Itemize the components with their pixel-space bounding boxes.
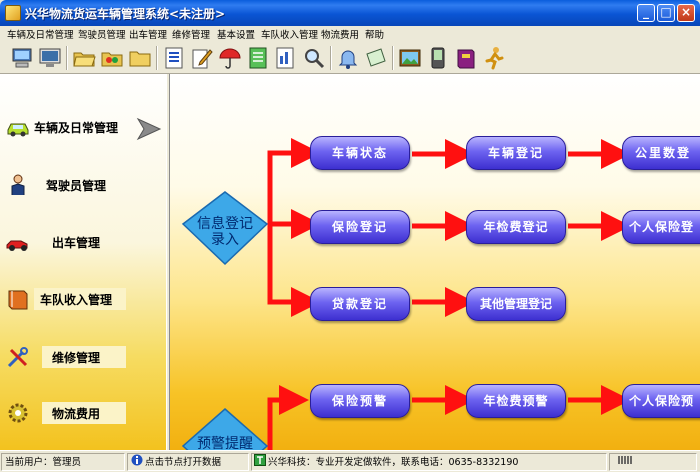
search-doc-icon[interactable] [302, 46, 326, 70]
node-mileage-register[interactable]: 公里数登 [622, 136, 700, 170]
toolbar-separator [156, 46, 158, 70]
info-icon [131, 454, 143, 466]
minimize-button[interactable]: _ [637, 4, 655, 22]
run-icon[interactable] [482, 46, 506, 70]
menu-repair[interactable]: 维修管理 [172, 27, 210, 41]
pda-icon[interactable] [426, 46, 450, 70]
folder-open-icon[interactable] [72, 46, 96, 70]
folder-color-icon[interactable] [100, 46, 124, 70]
note-icon[interactable] [364, 46, 388, 70]
sidebar-item-label: 车队收入管理 [40, 293, 113, 307]
tools-icon [6, 346, 30, 368]
menu-settings[interactable]: 基本设置 [217, 27, 255, 41]
node-loan-register[interactable]: 贷款登记 [310, 287, 410, 321]
menu-dispatch[interactable]: 出车管理 [129, 27, 167, 41]
content-area: 车辆及日常管理 驾驶员管理 出车管理 车队收入管理 维修管理 物流费用 信息登记… [0, 74, 700, 450]
sidebar-item-label: 车辆及日常管理 [34, 121, 119, 135]
app-icon[interactable] [5, 5, 21, 21]
status-company: 兴华科技：专业开发定做软件，联系电话：0635-8332190 [268, 457, 519, 468]
flow-connectors [181, 138, 631, 450]
bell-icon[interactable] [336, 46, 360, 70]
toolbar [0, 42, 700, 74]
menu-vehicle[interactable]: 车辆及日常管理 [7, 27, 74, 41]
toolbar-separator [392, 46, 394, 70]
book-icon [6, 288, 30, 310]
monitor-icon[interactable] [38, 46, 62, 70]
umbrella-icon[interactable] [218, 46, 242, 70]
menu-income[interactable]: 车队收入管理 [261, 27, 318, 41]
menu-logistics-cost[interactable]: 物流费用 [321, 27, 359, 41]
node-personal-insurance-warning[interactable]: 个人保险预 [622, 384, 700, 418]
sidebar-item-label: 物流费用 [52, 407, 101, 421]
racecar-icon [6, 231, 30, 253]
sidebar-item-label: 出车管理 [52, 236, 101, 250]
notebook-icon[interactable] [246, 46, 270, 70]
edit-doc-icon[interactable] [190, 46, 214, 70]
flowchart-panel: 信息登记 录入 预警提醒 车辆状态 车辆登记 公里数登 保险登记 年检费登记 个… [170, 74, 700, 450]
book-icon[interactable] [454, 46, 478, 70]
diamond-warning[interactable]: 预警提醒 [185, 436, 265, 450]
node-inspection-fee-warning[interactable]: 年检费预警 [466, 384, 566, 418]
diamond-label-line: 录入 [211, 232, 239, 248]
sidebar-item-dispatch[interactable]: 出车管理 [6, 231, 136, 253]
node-other-register[interactable]: 其他管理登记 [466, 287, 566, 321]
node-insurance-register[interactable]: 保险登记 [310, 210, 410, 244]
sidebar: 车辆及日常管理 驾驶员管理 出车管理 车队收入管理 维修管理 物流费用 [0, 74, 166, 450]
gear-icon [6, 402, 30, 424]
node-personal-insurance-register[interactable]: 个人保险登 [622, 210, 700, 244]
sidebar-item-logistics-cost[interactable]: 物流费用 [6, 402, 156, 424]
folder-icon[interactable] [128, 46, 152, 70]
sidebar-item-label: 维修管理 [52, 351, 101, 365]
report-icon[interactable] [274, 46, 298, 70]
node-vehicle-status[interactable]: 车辆状态 [310, 136, 410, 170]
sidebar-item-label: 驾驶员管理 [46, 179, 107, 193]
toolbar-separator [66, 46, 68, 70]
title-bar: 兴华物流货运车辆管理系统<未注册> _ □ × [0, 0, 700, 26]
diamond-label-line: 信息登记 [197, 216, 253, 232]
diamond-label-line: 预警提醒 [197, 436, 253, 450]
sidebar-item-driver[interactable]: 驾驶员管理 [6, 174, 136, 196]
status-hint: 点击节点打开数据 [145, 457, 222, 468]
node-inspection-fee-register[interactable]: 年检费登记 [466, 210, 566, 244]
sidebar-item-repair[interactable]: 维修管理 [6, 346, 156, 368]
progress-icon [618, 456, 632, 464]
status-user: 当前用户：管理员 [5, 457, 82, 468]
toolbar-separator [330, 46, 332, 70]
status-bar: 当前用户：管理员 点击节点打开数据 兴华科技：专业开发定做软件，联系电话：063… [0, 450, 700, 472]
company-logo-icon [254, 454, 266, 466]
close-button[interactable]: × [677, 4, 695, 22]
menu-help[interactable]: 帮助 [365, 27, 384, 41]
maximize-button[interactable]: □ [657, 4, 675, 22]
menu-bar: 车辆及日常管理 驾驶员管理 出车管理 维修管理 基本设置 车队收入管理 物流费用… [0, 26, 700, 42]
driver-icon [6, 174, 30, 196]
car-icon [6, 116, 30, 138]
menu-driver[interactable]: 驾驶员管理 [78, 27, 126, 41]
sidebar-item-income[interactable]: 车队收入管理 [6, 288, 156, 310]
node-vehicle-register[interactable]: 车辆登记 [466, 136, 566, 170]
node-insurance-warning[interactable]: 保险预警 [310, 384, 410, 418]
selected-arrow-icon [136, 117, 162, 141]
list-doc-icon[interactable] [162, 46, 186, 70]
computer-icon[interactable] [10, 46, 34, 70]
window-title: 兴华物流货运车辆管理系统<未注册> [25, 7, 226, 21]
sidebar-item-vehicle[interactable]: 车辆及日常管理 [6, 116, 136, 138]
picture-icon[interactable] [398, 46, 422, 70]
diamond-info-entry[interactable]: 信息登记 录入 [185, 216, 265, 248]
